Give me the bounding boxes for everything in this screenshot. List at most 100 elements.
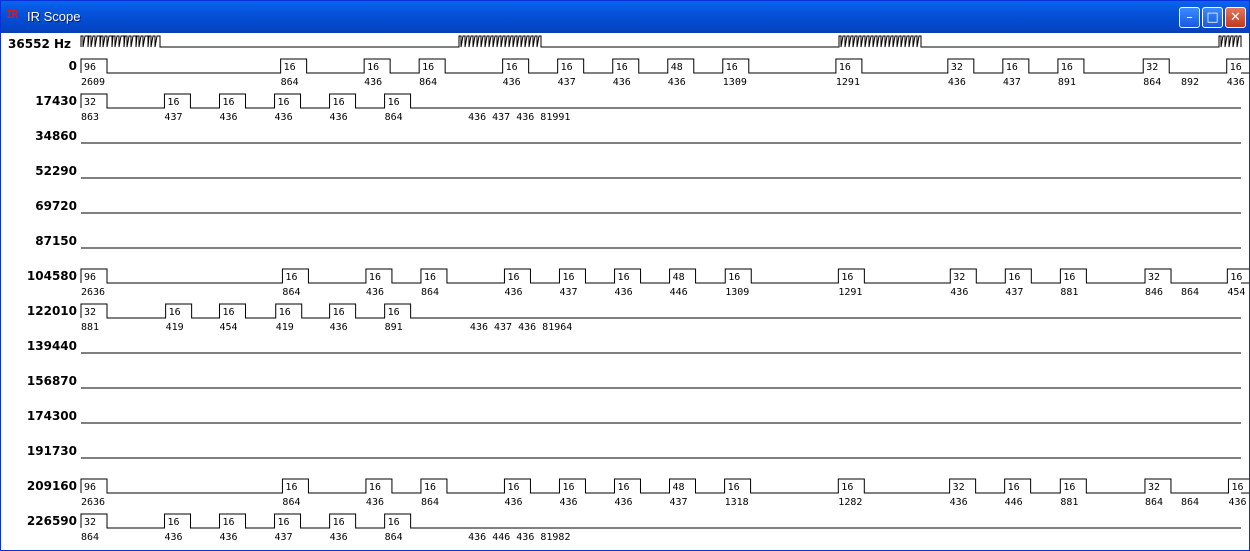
ir-waveform-plot: 36552 Hz 0 96 2609 16 864 16 436 16 864 16 436 16 43… — [8, 35, 1249, 543]
pulse-space-label: 1318 — [725, 497, 749, 508]
pulse-mark-label: 16 — [1008, 272, 1020, 283]
pulse-space-label: 436 — [615, 287, 633, 298]
pulse-space-label: 864 — [421, 497, 439, 508]
pulse-mark-label: 16 — [388, 517, 400, 528]
pulse-row: 0 96 2609 16 864 16 436 16 864 16 436 16 437 16 436 48 4… — [69, 58, 1249, 88]
pulse-mark-label: 16 — [285, 272, 297, 283]
pulse-space-label: 846 — [1145, 287, 1163, 298]
pulse-space-label: 436 — [614, 497, 632, 508]
pulse-space-label: 436 — [1228, 497, 1246, 508]
pulse-mark-label: 16 — [506, 62, 518, 73]
pulse-mark-label: 16 — [424, 272, 436, 283]
pulse-space-label: 436 — [503, 77, 521, 88]
pulse-mark-label: 16 — [223, 517, 235, 528]
pulse-mark-label: 16 — [507, 482, 519, 493]
pulse-mark-label: 32 — [1148, 272, 1160, 283]
pulse-space-label: 881 — [1060, 287, 1078, 298]
pulse-mark-label: 96 — [84, 62, 96, 73]
pulse-mark-label: 32 — [84, 307, 96, 318]
pulse-mark-label: 16 — [167, 97, 179, 108]
pulse-mark-label: 16 — [333, 517, 345, 528]
pulse-space-label: 436 — [330, 112, 348, 123]
row-tail-label: 864 — [1181, 287, 1199, 298]
pulse-space-label: 437 — [559, 287, 577, 298]
pulse-space-label: 864 — [1143, 77, 1161, 88]
row-offset-label: 104580 — [27, 269, 77, 283]
pulse-mark-label: 16 — [841, 272, 853, 283]
row-offset-label: 191730 — [27, 444, 77, 458]
row-tail-label: 436 437 436 81964 — [470, 322, 572, 333]
pulse-space-label: 864 — [1145, 497, 1163, 508]
pulse-mark-label: 16 — [839, 62, 851, 73]
row-offset-label: 87150 — [35, 234, 77, 248]
pulse-mark-label: 16 — [1006, 62, 1018, 73]
row-offset-label: 34860 — [35, 129, 77, 143]
row-offset-label: 69720 — [35, 199, 77, 213]
pulse-row: 34860 — [35, 129, 1241, 144]
row-offset-label: 122010 — [27, 304, 77, 318]
pulse-mark-label: 16 — [1063, 482, 1075, 493]
row-offset-label: 0 — [69, 59, 77, 73]
row-offset-label: 139440 — [27, 339, 77, 353]
pulse-space-label: 891 — [1058, 77, 1076, 88]
pulse-mark-label: 16 — [1063, 272, 1075, 283]
pulse-space-label: 864 — [419, 77, 437, 88]
pulse-space-label: 2636 — [81, 497, 105, 508]
pulse-row: 87150 — [35, 234, 1241, 249]
pulse-mark-label: 16 — [388, 97, 400, 108]
pulse-space-label: 864 — [421, 287, 439, 298]
pulse-space-label: 1309 — [723, 77, 747, 88]
pulse-mark-label: 96 — [84, 482, 96, 493]
pulse-space-label: 436 — [950, 287, 968, 298]
pulse-space-label: 436 — [948, 77, 966, 88]
pulse-space-label: 436 — [366, 497, 384, 508]
pulse-space-label: 864 — [385, 532, 403, 543]
pulse-mark-label: 16 — [616, 62, 628, 73]
pulse-row: 156870 — [27, 374, 1241, 389]
row-tail-label: 436 446 436 81982 — [468, 532, 570, 543]
pulse-mark-label: 16 — [728, 482, 740, 493]
pulse-mark-label: 16 — [1008, 482, 1020, 493]
pulse-space-label: 1291 — [838, 287, 862, 298]
pulse-mark-label: 16 — [279, 307, 291, 318]
pulse-mark-label: 48 — [673, 272, 685, 283]
pulse-mark-label: 16 — [618, 272, 630, 283]
pulse-path — [80, 58, 1249, 74]
row-tail-label: 892 — [1181, 77, 1199, 88]
pulse-mark-label: 32 — [951, 62, 963, 73]
pulse-space-label: 864 — [385, 112, 403, 123]
pulse-space-label: 419 — [276, 322, 294, 333]
pulse-space-label: 436 — [668, 77, 686, 88]
pulse-mark-label: 16 — [726, 62, 738, 73]
row-offset-label: 174300 — [27, 409, 77, 423]
pulse-space-label: 437 — [558, 77, 576, 88]
pulse-space-label: 864 — [282, 497, 300, 508]
pulse-mark-label: 16 — [1231, 482, 1243, 493]
pulse-space-label: 436 — [220, 532, 238, 543]
row-offset-label: 156870 — [27, 374, 77, 388]
pulse-mark-label: 16 — [333, 97, 345, 108]
pulse-mark-label: 32 — [953, 272, 965, 283]
pulse-row: 209160 96 2636 16 864 16 436 16 864 16 436 16 436 16 4… — [27, 478, 1249, 508]
pulse-mark-label: 16 — [507, 272, 519, 283]
pulse-row: 226590 32 864 16 436 16 436 16 437 16 436 16 864 436 … — [27, 513, 1241, 543]
pulse-mark-label: 16 — [223, 307, 235, 318]
pulse-mark-label: 16 — [369, 482, 381, 493]
pulse-mark-label: 16 — [562, 272, 574, 283]
pulse-mark-label: 16 — [562, 482, 574, 493]
pulse-row: 191730 — [27, 444, 1241, 459]
pulse-space-label: 436 — [330, 532, 348, 543]
carrier-waveform — [80, 35, 1242, 48]
pulse-mark-label: 32 — [84, 97, 96, 108]
pulse-space-label: 436 — [1227, 77, 1245, 88]
pulse-space-label: 864 — [281, 77, 299, 88]
pulse-mark-label: 16 — [728, 272, 740, 283]
row-offset-label: 17430 — [35, 94, 77, 108]
pulse-space-label: 454 — [220, 322, 238, 333]
pulse-mark-label: 16 — [285, 482, 297, 493]
pulse-row: 17430 32 863 16 437 16 436 16 436 16 436 16 864 436 4… — [35, 93, 1241, 123]
pulse-space-label: 891 — [385, 322, 403, 333]
pulse-space-label: 864 — [282, 287, 300, 298]
row-offset-label: 226590 — [27, 514, 77, 528]
pulse-space-label: 863 — [81, 112, 99, 123]
